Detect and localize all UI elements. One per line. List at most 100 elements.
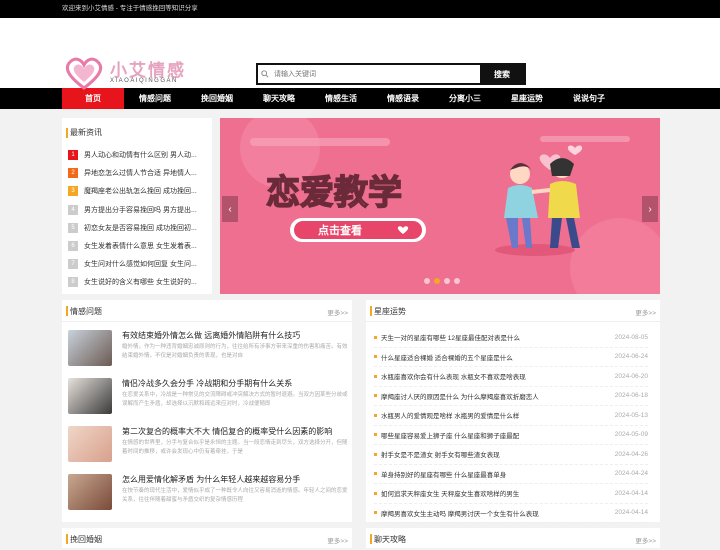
rank-badge: 1	[68, 150, 78, 161]
logo-subtext: XIAOAIQINGGAN	[110, 78, 178, 84]
nav-item[interactable]: 说说句子	[558, 88, 620, 109]
search-input[interactable]	[272, 65, 480, 83]
bullet-icon	[374, 433, 377, 437]
news-item-title: 魔羯座老公出轨怎么挽回 成功挽回...	[84, 188, 197, 196]
main-nav: 首页 情感问题 挽回婚姻 聊天攻略 情感生活 情感语录 分离小三 星座运势 说说句子	[0, 88, 720, 109]
news-item[interactable]: 6 女生发着表情什么意思 女生发着表...	[68, 237, 210, 255]
article-thumbnail[interactable]	[68, 474, 112, 510]
rank-badge: 4	[68, 204, 78, 215]
bullet-icon	[374, 374, 377, 378]
article-item[interactable]: 情侣冷战多久会分手 冷战期和分手期有什么关系在恋爱关系中，冷战是一种常见的交流障…	[68, 378, 348, 418]
bullet-icon	[374, 355, 377, 359]
horoscope-item-title[interactable]: 摩羯座讨人厌的原因是什么 为什么摩羯座喜欢折磨恋人	[381, 391, 615, 401]
horoscope-item-title[interactable]: 什么星座适合裸婚 适合裸婚的五个星座是什么	[381, 352, 615, 362]
top-welcome-bar: 欢迎来到小艾情感 - 专注于情感挽回等知识分享	[0, 0, 720, 18]
latest-news-title: 最新资讯	[62, 118, 212, 146]
search-icon	[258, 65, 272, 83]
horoscope-item[interactable]: 摩羯座讨人厌的原因是什么 为什么摩羯座喜欢折磨恋人 2024-06-18	[374, 387, 648, 406]
header: 小艾情感 XIAOAIQINGGAN 搜索	[0, 18, 720, 90]
banner-prev-arrow[interactable]: ‹	[222, 196, 238, 222]
horoscope-title: 星座运势	[374, 307, 406, 316]
promo-banner[interactable]: 恋爱教学 点击查看 ‹ ›	[220, 118, 660, 294]
nav-item[interactable]: 分离小三	[434, 88, 496, 109]
article-item[interactable]: 怎么用爱情化解矛盾 为什么年轻人越来越容易分手在快节奏的现代生活中，爱情似乎成了…	[68, 474, 348, 514]
article-title[interactable]: 情侣冷战多久会分手 冷战期和分手期有什么关系	[122, 378, 292, 389]
news-item-title: 异地恋怎么过情人节合适 异地情人...	[84, 170, 197, 178]
article-title[interactable]: 怎么用爱情化解矛盾 为什么年轻人越来越容易分手	[122, 474, 300, 485]
horoscope-item-date: 2024-04-26	[614, 450, 648, 458]
banner-next-arrow[interactable]: ›	[642, 196, 658, 222]
news-item[interactable]: 2 异地恋怎么过情人节合适 异地情人...	[68, 164, 210, 182]
news-item-title: 男人动心和动情有什么区别 男人动...	[84, 152, 197, 160]
nav-item[interactable]: 星座运势	[496, 88, 558, 109]
site-logo[interactable]: 小艾情感 XIAOAIQINGGAN	[62, 56, 202, 90]
news-item[interactable]: 4 男方提出分手容易挽回吗 男方提出...	[68, 201, 210, 219]
horoscope-item[interactable]: 哪些星座容易爱上狮子座 什么星座和狮子座最配 2024-05-09	[374, 426, 648, 445]
nav-item[interactable]: 聊天攻略	[248, 88, 310, 109]
horoscope-item[interactable]: 单身持别好的星座有哪些 什么星座最喜单身 2024-04-24	[374, 465, 648, 484]
article-item[interactable]: 第二次复合的概率大不大 情侣复合的概率受什么因素的影响 在情感的世界里，分手与复合…	[68, 426, 348, 466]
horoscope-item[interactable]: 水瓶男人的爱情观是啥样 水瓶男的爱情是什么样 2024-05-13	[374, 406, 648, 426]
news-item-title: 初恋女友是否容易挽回 成功挽回初...	[84, 224, 197, 232]
horoscope-item-title[interactable]: 水瓶男人的爱情观是啥样 水瓶男的爱情是什么样	[381, 410, 615, 420]
horoscope-item-title[interactable]: 哪些星座容易爱上狮子座 什么星座和狮子座最配	[381, 430, 615, 440]
news-item[interactable]: 5 初恋女友是否容易挽回 成功挽回初...	[68, 219, 210, 237]
horoscope-item-date: 2024-04-24	[614, 470, 648, 478]
horoscope-item-title[interactable]: 射手女是不是渣女 射手女有哪些渣女表现	[381, 449, 615, 459]
banner-button-label: 点击查看	[318, 223, 362, 237]
article-thumbnail[interactable]	[68, 426, 112, 462]
emotion-title: 情感问题	[70, 307, 102, 316]
banner-dot[interactable]	[424, 278, 430, 284]
marriage-more-link[interactable]: 更多>>	[327, 535, 348, 545]
news-item-title: 男方提出分手容易挽回吗 男方提出...	[84, 206, 197, 214]
horoscope-item[interactable]: 水瓶座喜欢你会有什么表现 水瓶女不喜欢是啥表现 2024-06-20	[374, 367, 648, 387]
bullet-icon	[374, 491, 377, 495]
horoscope-item-title[interactable]: 摩羯男喜欢女生主动吗 摩羯男讨厌一个女生有什么表现	[381, 508, 615, 518]
article-summary: 在快节奏的现代生活中，爱情似乎成了一种既令人向往又容易消逝的情感。年轻人之间的恋…	[122, 488, 348, 503]
horoscope-item[interactable]: 摩羯男喜欢女生主动吗 摩羯男讨厌一个女生有什么表现 2024-04-14	[374, 504, 648, 523]
horoscope-item-title[interactable]: 天生一对的星座有哪些 12星座最佳配对表是什么	[381, 332, 615, 342]
nav-item[interactable]: 情感问题	[124, 88, 186, 109]
news-item[interactable]: 8 女生说好的含义有哪些 女生说好的...	[68, 273, 210, 291]
banner-title: 恋爱教学	[266, 173, 402, 213]
horoscope-item-date: 2024-05-13	[614, 411, 648, 419]
banner-dot-active[interactable]	[434, 278, 440, 284]
search-button[interactable]: 搜索	[480, 65, 524, 83]
horoscope-item[interactable]: 如何追求天秤座女生 天秤座女生喜欢啥样的男生 2024-04-14	[374, 484, 648, 504]
nav-item[interactable]: 首页	[62, 88, 124, 109]
banner-dots	[424, 278, 460, 284]
banner-dot[interactable]	[454, 278, 460, 284]
news-item[interactable]: 1 男人动心和动情有什么区别 男人动...	[68, 146, 210, 164]
banner-dot[interactable]	[444, 278, 450, 284]
emotion-more-link[interactable]: 更多>>	[327, 307, 348, 317]
horoscope-more-link[interactable]: 更多>>	[635, 307, 656, 317]
nav-item[interactable]: 情感生活	[310, 88, 372, 109]
article-title[interactable]: 第二次复合的概率大不大 情侣复合的概率受什么因素的影响	[122, 426, 332, 437]
article-thumbnail[interactable]	[68, 378, 112, 414]
horoscope-item-title[interactable]: 水瓶座喜欢你会有什么表现 水瓶女不喜欢是啥表现	[381, 371, 615, 381]
article-summary: 在恋爱关系中，冷战是一种常见的交流障碍或冲突解决方式的暂时退避。当双方因某些分歧…	[122, 392, 348, 407]
horoscope-item[interactable]: 射手女是不是渣女 射手女有哪些渣女表现 2024-04-26	[374, 445, 648, 465]
nav-item[interactable]: 情感语录	[372, 88, 434, 109]
news-item[interactable]: 3 魔羯座老公出轨怎么挽回 成功挽回...	[68, 182, 210, 200]
article-item[interactable]: 有效结束婚外情怎么做 远离婚外情陷阱有什么技巧 婚外情，作为一种违背婚姻忠诚原则的…	[68, 330, 348, 370]
article-thumbnail[interactable]	[68, 330, 112, 366]
horoscope-item[interactable]: 什么星座适合裸婚 适合裸婚的五个星座是什么 2024-06-24	[374, 348, 648, 367]
marriage-panel: 挽回婚姻 更多>>	[62, 528, 352, 548]
rank-badge: 6	[68, 241, 78, 252]
horoscope-item-date: 2024-04-14	[614, 509, 648, 517]
horoscope-item-title[interactable]: 单身持别好的星座有哪些 什么星座最喜单身	[381, 469, 615, 479]
horoscope-item-date: 2024-05-09	[614, 431, 648, 439]
news-item[interactable]: 7 女生问对什么感觉如何回复 女生问...	[68, 255, 210, 273]
latest-news-list: 1 男人动心和动情有什么区别 男人动... 2 异地恋怎么过情人节合适 异地情人...…	[62, 146, 212, 292]
horoscope-item[interactable]: 天生一对的星座有哪些 12星座最佳配对表是什么 2024-08-05	[374, 328, 648, 348]
nav-item[interactable]: 挽回婚姻	[186, 88, 248, 109]
latest-news-panel: 最新资讯 1 男人动心和动情有什么区别 男人动... 2 异地恋怎么过情人节合适 异地…	[62, 118, 212, 294]
article-title[interactable]: 有效结束婚外情怎么做 远离婚外情陷阱有什么技巧	[122, 330, 300, 341]
rank-badge: 2	[68, 168, 78, 179]
horoscope-item-title[interactable]: 如何追求天秤座女生 天秤座女生喜欢啥样的男生	[381, 488, 615, 498]
bullet-icon	[374, 472, 377, 476]
horoscope-panel: 星座运势 更多>> 天生一对的星座有哪些 12星座最佳配对表是什么 2024-08-…	[366, 300, 660, 523]
horoscope-item-date: 2024-04-14	[614, 489, 648, 497]
chat-more-link[interactable]: 更多>>	[635, 535, 656, 545]
